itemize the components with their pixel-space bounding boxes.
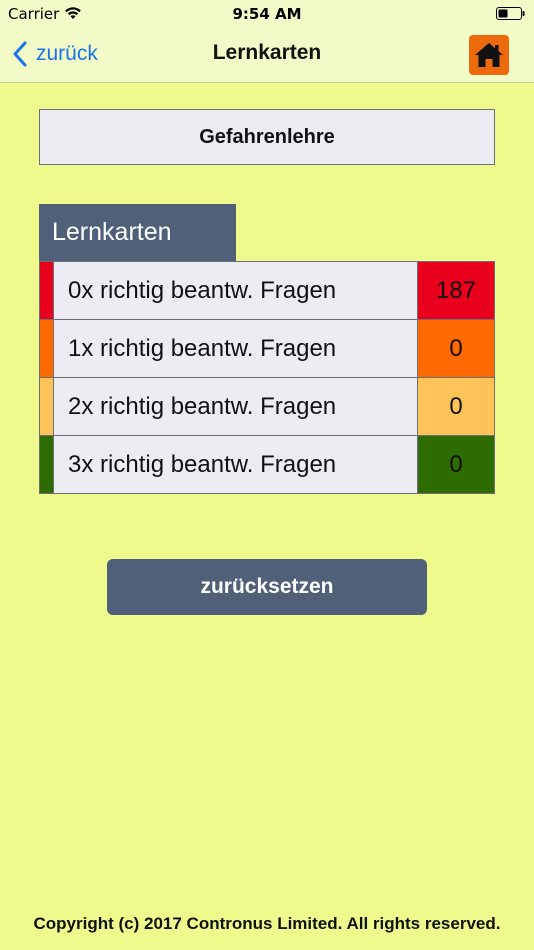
row-label: 0x richtig beantw. Fragen	[53, 262, 417, 319]
row-count: 0	[417, 320, 494, 377]
status-bar: Carrier 9:54 AM	[0, 0, 534, 28]
copyright-footer: Copyright (c) 2017 Contronus Limited. Al…	[33, 914, 501, 933]
battery-icon	[496, 7, 525, 20]
section-header: Lernkarten	[39, 204, 236, 261]
flashcard-table: 0x richtig beantw. Fragen 187 1x richtig…	[39, 261, 495, 494]
category-title: Gefahrenlehre	[39, 109, 495, 165]
row-color-stripe	[40, 262, 53, 319]
status-time: 9:54 AM	[232, 5, 302, 23]
reset-button[interactable]: zurücksetzen	[107, 559, 427, 615]
row-color-stripe	[40, 378, 53, 435]
home-button[interactable]	[469, 35, 509, 75]
flashcard-row-1x[interactable]: 1x richtig beantw. Fragen 0	[40, 320, 494, 378]
row-count: 0	[417, 378, 494, 435]
flashcard-row-0x[interactable]: 0x richtig beantw. Fragen 187	[40, 262, 494, 320]
row-color-stripe	[40, 436, 53, 493]
row-label: 1x richtig beantw. Fragen	[53, 320, 417, 377]
home-icon	[475, 43, 503, 67]
flashcard-row-2x[interactable]: 2x richtig beantw. Fragen 0	[40, 378, 494, 436]
row-label: 3x richtig beantw. Fragen	[53, 436, 417, 493]
row-count: 187	[417, 262, 494, 319]
row-color-stripe	[40, 320, 53, 377]
page-title: Lernkarten	[212, 41, 322, 64]
flashcard-row-3x[interactable]: 3x richtig beantw. Fragen 0	[40, 436, 494, 493]
navigation-bar: zurück Lernkarten	[0, 28, 534, 83]
row-label: 2x richtig beantw. Fragen	[53, 378, 417, 435]
row-count: 0	[417, 436, 494, 493]
